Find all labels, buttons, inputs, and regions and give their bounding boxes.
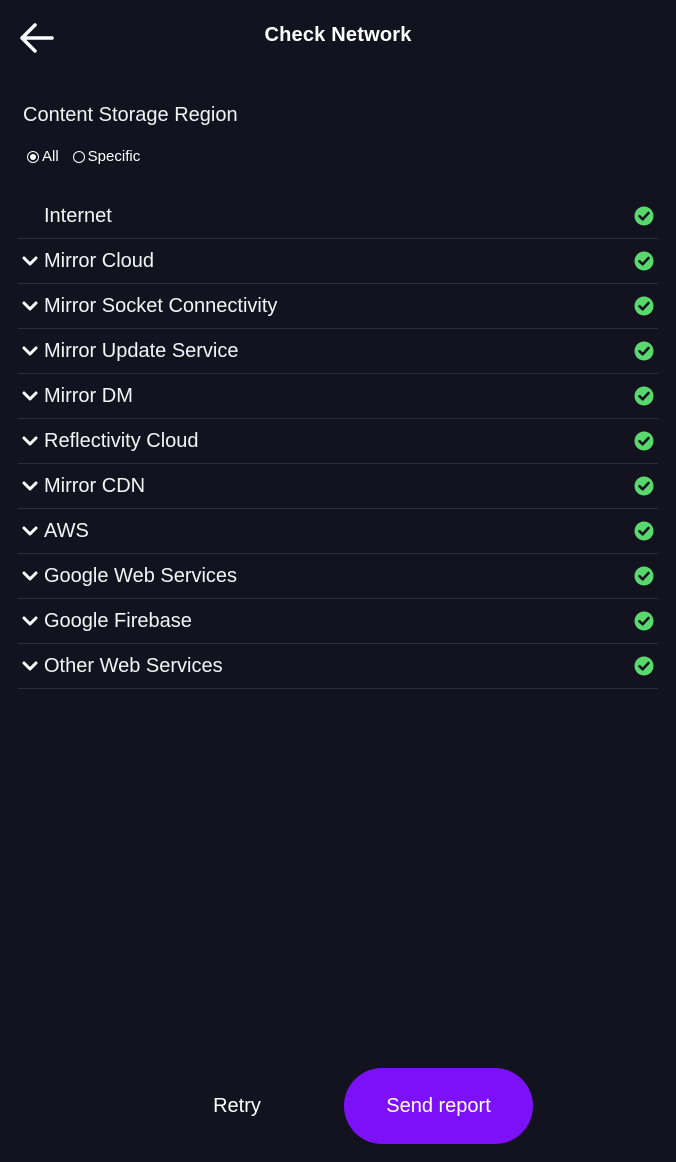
check-circle-icon (634, 206, 654, 226)
check-circle-icon (634, 476, 654, 496)
check-row-label: Mirror CDN (44, 474, 146, 497)
chevron-down-icon[interactable] (22, 255, 38, 267)
check-circle-icon (634, 431, 654, 451)
retry-button[interactable]: Retry (187, 1068, 287, 1144)
check-circle-icon (634, 296, 654, 316)
radio-specific-label: Specific (87, 148, 141, 165)
check-row-label: Mirror Update Service (44, 339, 239, 362)
chevron-down-icon[interactable] (22, 345, 38, 357)
chevron-down-icon[interactable] (22, 525, 38, 537)
check-row[interactable]: Google Firebase (18, 599, 658, 644)
chevron-down-icon[interactable] (22, 300, 38, 312)
check-row[interactable]: Mirror Socket Connectivity (18, 284, 658, 329)
check-row: Internet (18, 194, 658, 239)
chevron-down-icon[interactable] (22, 615, 38, 627)
check-row[interactable]: Google Web Services (18, 554, 658, 599)
radio-unchecked-icon (72, 150, 85, 163)
check-row-label: AWS (44, 519, 89, 542)
check-circle-icon (634, 611, 654, 631)
check-row-label: Mirror Cloud (44, 249, 155, 272)
footer: Retry Send report (0, 1068, 676, 1144)
check-row-label: Reflectivity Cloud (44, 429, 199, 452)
check-row-label: Google Firebase (44, 609, 192, 632)
check-circle-icon (634, 251, 654, 271)
check-circle-icon (634, 521, 654, 541)
check-row-label: Mirror Socket Connectivity (44, 294, 278, 317)
send-report-button[interactable]: Send report (344, 1068, 533, 1144)
chevron-down-icon[interactable] (22, 570, 38, 582)
radio-checked-icon (27, 150, 39, 163)
chevron-down-icon[interactable] (22, 480, 38, 492)
header: Check Network (0, 0, 676, 74)
check-row-label: Google Web Services (44, 564, 238, 587)
radio-specific[interactable]: Specific (72, 148, 141, 165)
check-row[interactable]: Mirror DM (18, 374, 658, 419)
network-check-list: Internet Mirror Cloud Mirror Socket Connec… (18, 194, 658, 689)
check-row-label: Mirror DM (44, 384, 133, 407)
region-section-title: Content Storage Region (23, 104, 238, 126)
check-row[interactable]: Mirror CDN (18, 464, 658, 509)
check-row-label: Internet (44, 204, 112, 227)
check-row-label: Other Web Services (44, 654, 223, 677)
page-title: Check Network (264, 24, 412, 46)
check-circle-icon (634, 656, 654, 676)
check-row[interactable]: Mirror Update Service (18, 329, 658, 374)
chevron-down-icon[interactable] (22, 435, 38, 447)
check-row[interactable]: AWS (18, 509, 658, 554)
radio-all-label: All (42, 148, 59, 165)
check-circle-icon (634, 386, 654, 406)
check-row[interactable]: Reflectivity Cloud (18, 419, 658, 464)
radio-all[interactable]: All (27, 148, 59, 165)
check-row[interactable]: Other Web Services (18, 644, 658, 689)
check-row[interactable]: Mirror Cloud (18, 239, 658, 284)
region-radio-group: All Specific (27, 148, 140, 165)
check-circle-icon (634, 341, 654, 361)
check-circle-icon (634, 566, 654, 586)
chevron-down-icon[interactable] (22, 390, 38, 402)
chevron-down-icon[interactable] (22, 660, 38, 672)
